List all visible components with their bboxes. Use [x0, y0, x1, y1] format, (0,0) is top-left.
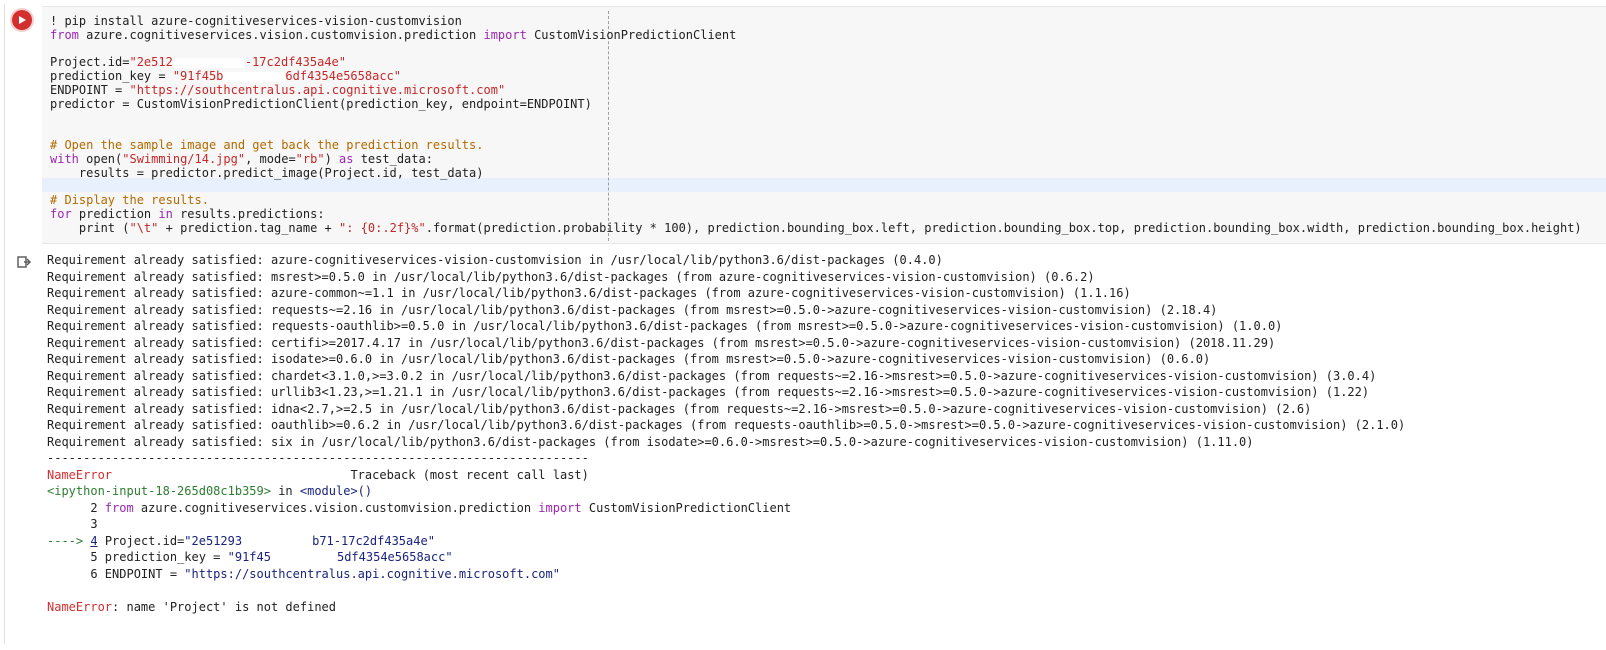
code-line-12: results = predictor.predict_image(Projec… [50, 166, 484, 180]
final-error-message: NameError: name 'Project' is not defined [47, 599, 336, 614]
output-line: Requirement already satisfied: idna<2.7,… [47, 401, 1312, 416]
traceback-separator: ----------------------------------------… [47, 451, 589, 465]
active-line-highlight [42, 178, 1606, 192]
code-line-1: ! pip install azure-cognitiveservices-vi… [50, 14, 462, 28]
run-cell-button[interactable] [12, 10, 32, 30]
redacted-region [270, 552, 337, 563]
traceback-line-3: 3 [47, 517, 98, 531]
code-line-14: # Display the results. [50, 193, 209, 207]
code-line-6: ENDPOINT = "https://southcentralus.api.c… [50, 83, 506, 97]
code-editor[interactable]: ! pip install azure-cognitiveservices-vi… [42, 6, 1606, 244]
code-line-4: Project.id="2e512 -17c2df435a4e" [50, 55, 346, 69]
traceback-line-2: 2 from azure.cognitiveservices.vision.cu… [47, 500, 792, 515]
output-line: Requirement already satisfied: certifi>=… [47, 335, 1276, 350]
code-line-11: with open("Swimming/14.jpg", mode="rb") … [50, 152, 433, 166]
traceback-line-link[interactable]: 4 [90, 534, 97, 548]
play-icon [19, 16, 26, 24]
code-line-2: from azure.cognitiveservices.vision.cust… [50, 28, 737, 42]
output-line: Requirement already satisfied: azure-com… [47, 286, 1131, 300]
redacted-region [242, 536, 313, 546]
output-line: Requirement already satisfied: requests~… [47, 302, 1218, 317]
line-length-ruler [608, 11, 609, 241]
output-line: Requirement already satisfied: msrest>=0… [47, 269, 1095, 284]
code-line-15: for prediction in results.predictions: [50, 207, 325, 221]
traceback-header: NameError Traceback (most recent call la… [47, 467, 589, 482]
traceback-line-4: ----> 4 Project.id="2e51293 b71-17c2df435… [47, 533, 435, 548]
code-line-7: predictor = CustomVisionPredictionClient… [50, 97, 592, 111]
output-line: Requirement already satisfied: requests-… [47, 319, 1283, 333]
output-line: Requirement already satisfied: isodate>=… [47, 352, 1211, 366]
code-line-10: # Open the sample image and get back the… [50, 138, 484, 152]
output-line: Requirement already satisfied: azure-cog… [47, 253, 943, 267]
traceback-line-5: 5 prediction_key = "91f45 5df4354e5658acc… [47, 550, 453, 564]
traceback-location: <ipython-input-18-265d08c1b359> in <modu… [47, 484, 373, 498]
traceback-line-6: 6 ENDPOINT = "https://southcentralus.api… [47, 566, 560, 581]
notebook-code-cell: ! pip install azure-cognitiveservices-vi… [0, 0, 1606, 650]
redacted-region [172, 57, 245, 68]
redacted-region [223, 71, 286, 82]
code-line-16: print ("\t" + prediction.tag_name + ": {… [50, 221, 1582, 235]
output-line: Requirement already satisfied: oauthlib>… [47, 418, 1406, 432]
output-redirect-icon[interactable] [16, 254, 32, 270]
cell-output: Requirement already satisfied: azure-cog… [47, 252, 1597, 615]
cell-gutter-line [4, 4, 5, 644]
code-line-5: prediction_key = "91f45b 6df4354e5658acc" [50, 69, 401, 83]
output-line: Requirement already satisfied: six in /u… [47, 434, 1254, 449]
output-line: Requirement already satisfied: chardet<3… [47, 368, 1377, 383]
output-line: Requirement already satisfied: urllib3<1… [47, 385, 1370, 399]
